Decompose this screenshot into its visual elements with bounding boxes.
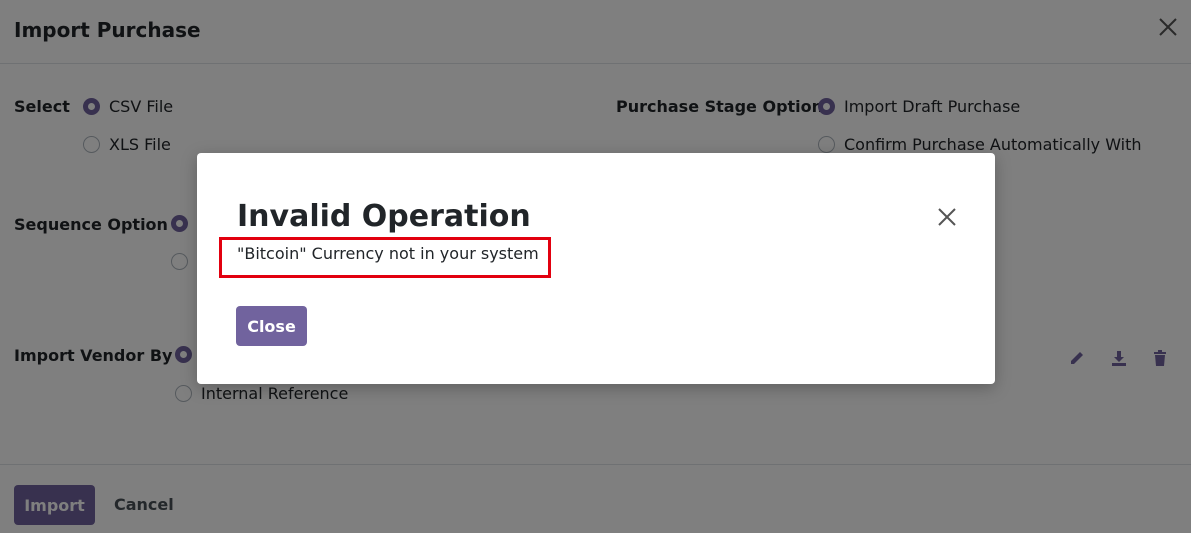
dialog-close-button[interactable]: Close bbox=[236, 306, 307, 346]
dialog-message: "Bitcoin" Currency not in your system bbox=[237, 244, 539, 263]
close-icon[interactable] bbox=[936, 206, 958, 228]
error-dialog: Invalid Operation "Bitcoin" Currency not… bbox=[197, 153, 995, 384]
dialog-title: Invalid Operation bbox=[237, 199, 531, 234]
